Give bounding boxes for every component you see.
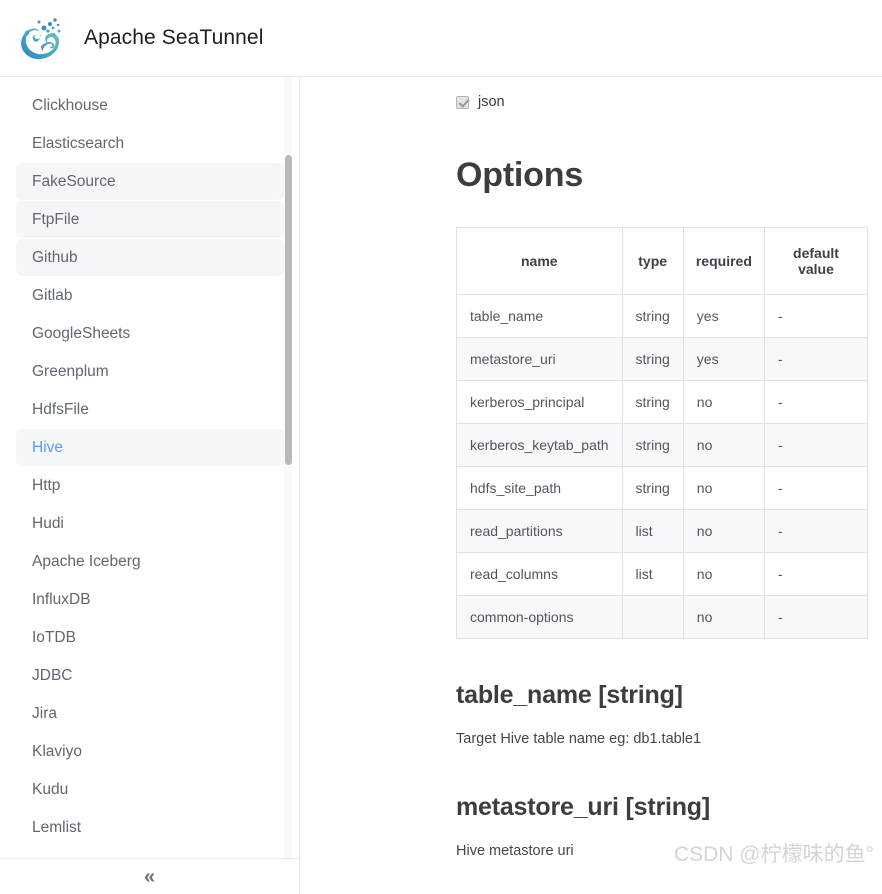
top-navbar: Apache SeaTunnel	[0, 0, 882, 77]
sidebar: CassandraClickhouseElasticsearchFakeSour…	[0, 77, 300, 894]
table-row: metastore_uri string yes -	[456, 337, 869, 381]
property-description: Hive metastore uri	[456, 842, 574, 859]
sidebar-item-influxdb[interactable]: InfluxDB	[16, 581, 284, 618]
table-cell: -	[763, 380, 869, 424]
table-cell	[621, 595, 684, 639]
sidebar-item-hdfsfile[interactable]: HdfsFile	[16, 391, 284, 428]
table-column-header: type	[621, 227, 684, 295]
table-cell: hdfs_site_path	[456, 466, 623, 510]
table-cell: yes	[682, 294, 765, 338]
sidebar-item-gitlab[interactable]: Gitlab	[16, 277, 284, 314]
table-cell: string	[621, 466, 684, 510]
brand[interactable]: Apache SeaTunnel	[14, 12, 263, 64]
options-heading: Options	[456, 156, 584, 194]
table-cell: read_partitions	[456, 509, 623, 553]
table-row: kerberos_keytab_path string no -	[456, 423, 869, 467]
main-content: json Options name type required default val…	[300, 77, 882, 894]
sidebar-menu: CassandraClickhouseElasticsearchFakeSour…	[0, 77, 299, 858]
sidebar-scrollbar-thumb[interactable]	[285, 155, 292, 465]
sidebar-item-cassandra[interactable]: Cassandra	[16, 77, 284, 86]
sidebar-item-http[interactable]: Http	[16, 467, 284, 504]
table-cell: list	[621, 509, 684, 553]
sidebar-item-greenplum[interactable]: Greenplum	[16, 353, 284, 390]
table-row: table_name string yes -	[456, 294, 869, 338]
sidebar-item-github[interactable]: Github	[16, 239, 284, 276]
json-checkbox-row: json	[456, 94, 868, 110]
table-cell: -	[763, 294, 869, 338]
sidebar-item-elasticsearch[interactable]: Elasticsearch	[16, 125, 284, 162]
table-column-header: name	[456, 227, 623, 295]
table-cell: string	[621, 337, 684, 381]
json-checkbox[interactable]	[456, 95, 469, 109]
table-cell: kerberos_keytab_path	[456, 423, 623, 467]
sidebar-item-apache-iceberg[interactable]: Apache Iceberg	[16, 543, 284, 580]
table-cell: string	[621, 423, 684, 467]
property-heading: table_name [string]	[456, 681, 683, 709]
sidebar-item-kudu[interactable]: Kudu	[16, 771, 284, 808]
sidebar-item-hudi[interactable]: Hudi	[16, 505, 284, 542]
property-heading: metastore_uri [string]	[456, 792, 710, 821]
table-cell: -	[763, 466, 869, 510]
sidebar-item-klaviyo[interactable]: Klaviyo	[16, 733, 284, 770]
chevron-double-left-icon: «	[143, 865, 156, 888]
table-cell: -	[763, 423, 869, 467]
table-cell: -	[763, 509, 869, 553]
json-checkbox-label: json	[478, 94, 505, 110]
table-cell: common-options	[456, 595, 623, 639]
table-cell: -	[763, 595, 869, 639]
sidebar-item-fakesource[interactable]: FakeSource	[16, 163, 284, 200]
table-cell: metastore_uri	[456, 337, 623, 381]
table-column-header: required	[682, 227, 765, 295]
table-row: read_columns list no -	[456, 552, 869, 596]
seatunnel-logo	[21, 18, 61, 60]
property-description: Target Hive table name eg: db1.table1	[456, 731, 702, 747]
sidebar-item-hive[interactable]: Hive	[16, 429, 284, 466]
table-cell: table_name	[456, 294, 623, 338]
table-cell: yes	[682, 337, 765, 381]
table-row: read_partitions list no -	[456, 509, 869, 553]
property-sections: table_name [string] Target Hive table nam…	[456, 681, 868, 863]
table-row: hdfs_site_path string no -	[456, 466, 869, 510]
options-table-head: name type required default value	[456, 227, 869, 295]
sidebar-item-localfile[interactable]: LocalFile	[16, 847, 284, 858]
table-cell: no	[682, 380, 765, 424]
sidebar-scroll-area: CassandraClickhouseElasticsearchFakeSour…	[0, 77, 299, 858]
sidebar-collapse-button[interactable]: «	[0, 858, 299, 894]
sidebar-item-jira[interactable]: Jira	[16, 695, 284, 732]
table-cell: string	[621, 380, 684, 424]
table-cell: string	[621, 294, 684, 338]
table-cell: no	[682, 423, 765, 467]
brand-title: Apache SeaTunnel	[84, 26, 264, 49]
table-row: kerberos_principal string no -	[456, 380, 869, 424]
table-row: common-options no -	[456, 595, 869, 639]
table-cell: no	[682, 552, 765, 596]
sidebar-item-jdbc[interactable]: JDBC	[16, 657, 284, 694]
doc-article: json Options name type required default val…	[300, 77, 882, 863]
table-cell: kerberos_principal	[456, 380, 623, 424]
table-cell: no	[682, 509, 765, 553]
sidebar-item-clickhouse[interactable]: Clickhouse	[16, 87, 284, 124]
table-header-row: name type required default value	[456, 227, 869, 295]
options-table: name type required default value table_name…	[456, 227, 869, 639]
table-cell: no	[682, 595, 765, 639]
sidebar-item-googlesheets[interactable]: GoogleSheets	[16, 315, 284, 352]
table-cell: list	[621, 552, 684, 596]
sidebar-item-ftpfile[interactable]: FtpFile	[16, 201, 284, 238]
sidebar-item-iotdb[interactable]: IoTDB	[16, 619, 284, 656]
options-table-body: table_name string yes - metastore_uri string y…	[456, 294, 869, 639]
sidebar-item-lemlist[interactable]: Lemlist	[16, 809, 284, 846]
table-cell: read_columns	[456, 552, 623, 596]
table-column-header: default value	[763, 227, 869, 295]
table-cell: -	[763, 337, 869, 381]
table-cell: -	[763, 552, 869, 596]
table-cell: no	[682, 466, 765, 510]
